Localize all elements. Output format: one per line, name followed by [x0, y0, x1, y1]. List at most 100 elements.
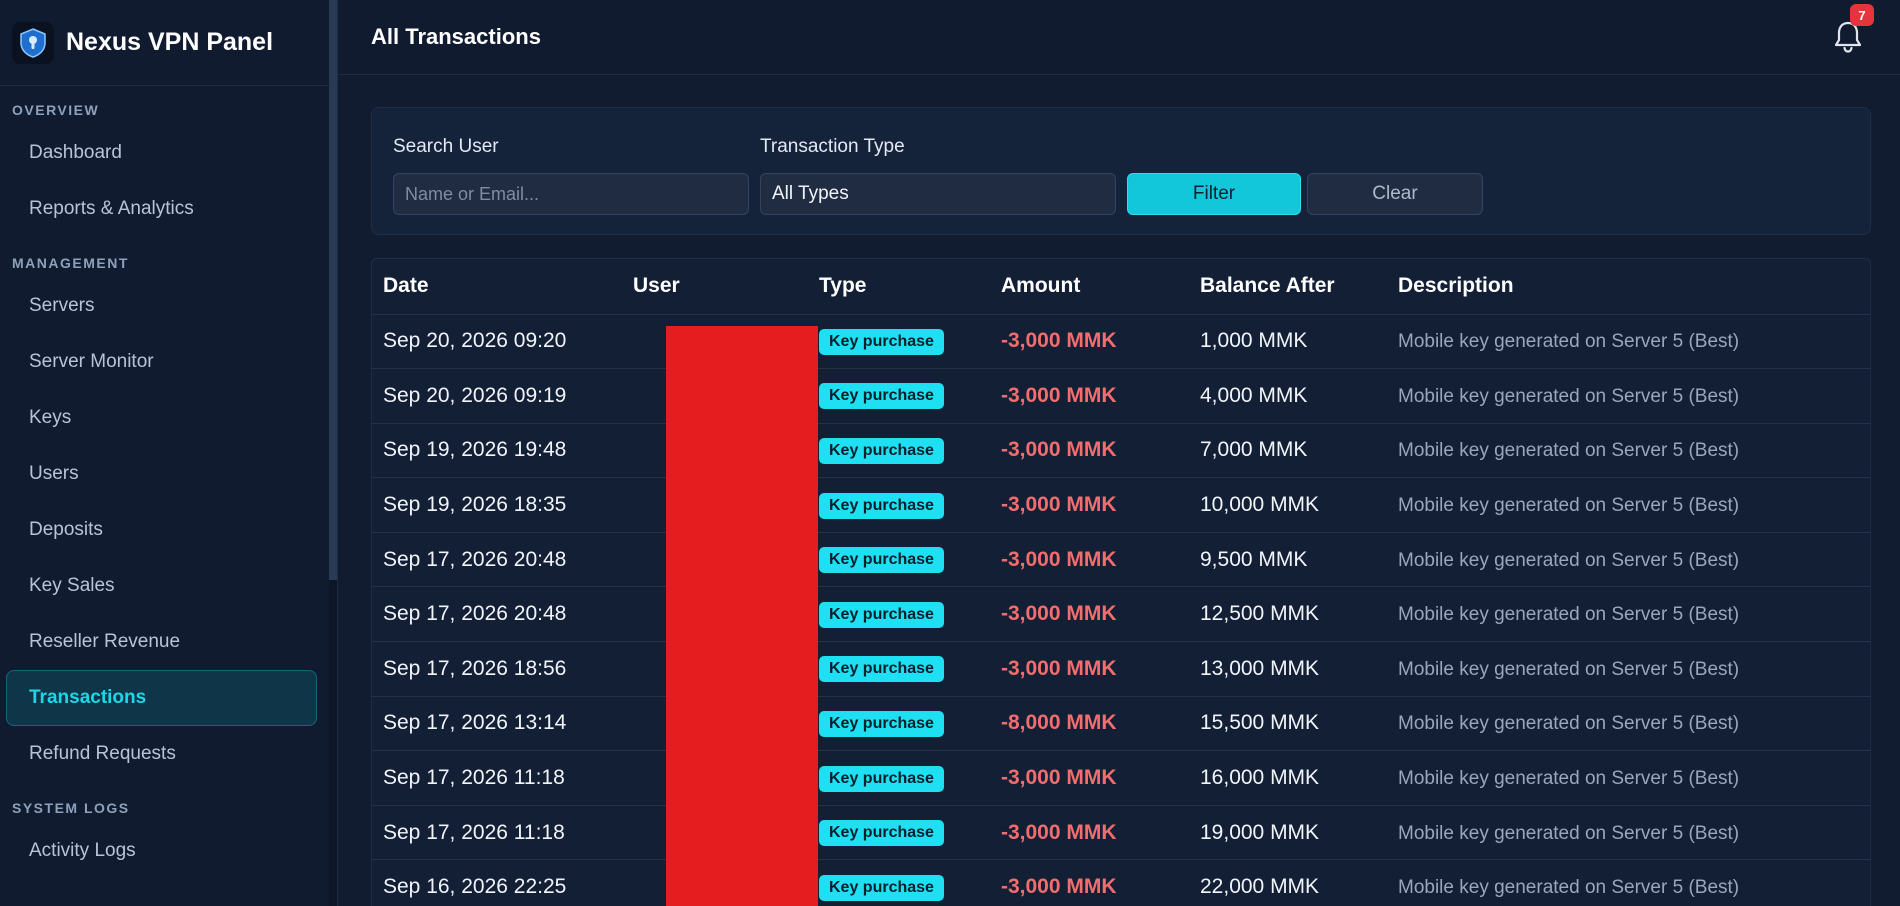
sidebar-item-deposits[interactable]: Deposits: [6, 502, 317, 558]
table-row[interactable]: Sep 17, 2026 11:18 Key purchase -3,000 MMK…: [372, 805, 1870, 861]
sidebar-item-label: Dashboard: [29, 142, 122, 163]
description-cell: Mobile key generated on Server 5 (Best): [1398, 586, 1870, 643]
description-cell-text: Mobile key generated on Server 5 (Best): [1398, 822, 1740, 844]
amount-cell: -3,000 MMK: [1001, 750, 1200, 806]
table-row[interactable]: Sep 17, 2026 13:14 Key purchase -8,000 MMK…: [372, 696, 1870, 752]
date-cell: Sep 17, 2026 18:56: [372, 641, 633, 697]
balance-cell: 12,500 MMK: [1200, 586, 1398, 643]
description-cell: Mobile key generated on Server 5 (Best): [1398, 314, 1870, 370]
type-cell: Key purchase: [819, 477, 1001, 533]
sidebar-item-key-sales[interactable]: Key Sales: [6, 558, 317, 614]
column-header-date[interactable]: Date: [372, 259, 633, 315]
description-cell-text: Mobile key generated on Server 5 (Best): [1398, 768, 1740, 790]
balance-cell: 4,000 MMK: [1200, 368, 1398, 424]
transactions-table: Date User Type Amount Balance After Desc…: [372, 259, 1870, 906]
transactions-table-card: Date User Type Amount Balance After Desc…: [371, 258, 1871, 906]
sidebar-item-activity-logs[interactable]: Activity Logs: [6, 823, 317, 879]
date-cell: Sep 16, 2026 22:25: [372, 859, 633, 906]
description-cell-text: Mobile key generated on Server 5 (Best): [1398, 440, 1740, 462]
nav-section-heading: OVERVIEW: [12, 102, 100, 118]
sidebar-item-label: Key Sales: [29, 575, 115, 596]
table-row[interactable]: Sep 19, 2026 18:35 Key purchase -3,000 MMK…: [372, 477, 1870, 533]
amount-cell: -3,000 MMK: [1001, 423, 1200, 479]
column-header-user[interactable]: User: [633, 259, 819, 315]
filter-button[interactable]: Filter: [1127, 173, 1301, 215]
type-badge: Key purchase: [819, 765, 944, 792]
type-cell: Key purchase: [819, 532, 1001, 588]
amount-cell-text: -3,000 MMK: [1001, 493, 1117, 517]
table-row[interactable]: Sep 20, 2026 09:20 Key purchase -3,000 MMK…: [372, 314, 1870, 370]
amount-cell: -3,000 MMK: [1001, 859, 1200, 906]
transaction-type-label: Transaction Type: [760, 136, 905, 157]
type-badge: Key purchase: [819, 874, 944, 901]
sidebar-scrollbar[interactable]: [329, 0, 337, 906]
topbar: All Transactions 7: [338, 0, 1900, 75]
column-header-amount[interactable]: Amount: [1001, 259, 1200, 315]
table-row[interactable]: Sep 19, 2026 19:48 Key purchase -3,000 MMK…: [372, 423, 1870, 479]
date-cell: Sep 17, 2026 11:18: [372, 805, 633, 861]
table-row[interactable]: Sep 16, 2026 22:25 Key purchase -3,000 MMK…: [372, 859, 1870, 906]
table-row[interactable]: Sep 17, 2026 18:56 Key purchase -3,000 MMK…: [372, 641, 1870, 697]
type-cell: Key purchase: [819, 641, 1001, 697]
column-header-type[interactable]: Type: [819, 259, 1001, 315]
transaction-type-select[interactable]: All Types: [760, 173, 1116, 215]
description-cell: Mobile key generated on Server 5 (Best): [1398, 750, 1870, 806]
amount-cell: -8,000 MMK: [1001, 696, 1200, 752]
table-row[interactable]: Sep 17, 2026 20:48 Key purchase -3,000 MMK…: [372, 532, 1870, 588]
type-badge: Key purchase: [819, 656, 944, 683]
sidebar-item-transactions[interactable]: Transactions: [6, 670, 317, 726]
balance-cell: 7,000 MMK: [1200, 423, 1398, 479]
type-cell: Key purchase: [819, 750, 1001, 806]
table-row[interactable]: Sep 17, 2026 20:48 Key purchase -3,000 MMK…: [372, 586, 1870, 643]
balance-cell: 13,000 MMK: [1200, 641, 1398, 697]
type-cell: Key purchase: [819, 423, 1001, 479]
description-cell-text: Mobile key generated on Server 5 (Best): [1398, 385, 1740, 407]
description-cell: Mobile key generated on Server 5 (Best): [1398, 532, 1870, 588]
description-cell-text: Mobile key generated on Server 5 (Best): [1398, 658, 1740, 680]
type-cell: Key purchase: [819, 368, 1001, 424]
sidebar-item-reports-analytics[interactable]: Reports & Analytics: [6, 181, 317, 237]
date-cell: Sep 20, 2026 09:19: [372, 368, 633, 424]
sidebar-item-users[interactable]: Users: [6, 446, 317, 502]
sidebar: Nexus VPN Panel OVERVIEW Dashboard Reports…: [0, 0, 338, 906]
sidebar-item-keys[interactable]: Keys: [6, 390, 317, 446]
type-badge: Key purchase: [819, 710, 944, 737]
nav-section-heading: MANAGEMENT: [12, 255, 129, 271]
type-badge: Key purchase: [819, 383, 944, 410]
description-cell-text: Mobile key generated on Server 5 (Best): [1398, 877, 1740, 899]
amount-cell-text: -3,000 MMK: [1001, 383, 1117, 407]
search-user-label: Search User: [393, 136, 499, 157]
sidebar-item-label: Activity Logs: [29, 840, 136, 861]
column-header-balance-after[interactable]: Balance After: [1200, 259, 1398, 315]
date-cell: Sep 19, 2026 18:35: [372, 477, 633, 533]
sidebar-item-dashboard[interactable]: Dashboard: [6, 125, 317, 181]
amount-cell-text: -3,000 MMK: [1001, 875, 1117, 899]
amount-cell: -3,000 MMK: [1001, 805, 1200, 861]
balance-cell: 15,500 MMK: [1200, 696, 1398, 752]
nav-section-heading: SYSTEM LOGS: [12, 800, 130, 816]
column-header-description[interactable]: Description: [1398, 259, 1870, 315]
clear-button[interactable]: Clear: [1307, 173, 1483, 215]
balance-cell: 9,500 MMK: [1200, 532, 1398, 588]
sidebar-item-server-monitor[interactable]: Server Monitor: [6, 334, 317, 390]
balance-cell: 22,000 MMK: [1200, 859, 1398, 906]
table-row[interactable]: Sep 20, 2026 09:19 Key purchase -3,000 MMK…: [372, 368, 1870, 424]
search-user-input[interactable]: [393, 173, 749, 215]
notifications-button[interactable]: 7: [1832, 4, 1874, 56]
sidebar-item-reseller-revenue[interactable]: Reseller Revenue: [6, 614, 317, 670]
sidebar-item-label: Deposits: [29, 519, 103, 540]
description-cell-text: Mobile key generated on Server 5 (Best): [1398, 495, 1740, 517]
filter-panel: Search User Transaction Type All Types F…: [371, 107, 1871, 235]
page-title: All Transactions: [371, 24, 541, 49]
amount-cell-text: -8,000 MMK: [1001, 711, 1117, 735]
type-cell: Key purchase: [819, 696, 1001, 752]
balance-cell: 16,000 MMK: [1200, 750, 1398, 806]
amount-cell-text: -3,000 MMK: [1001, 656, 1117, 680]
type-badge: Key purchase: [819, 437, 944, 464]
table-row[interactable]: Sep 17, 2026 11:18 Key purchase -3,000 MMK…: [372, 750, 1870, 806]
main-content: All Transactions 7 Search User Transacti…: [338, 0, 1900, 906]
sidebar-item-refund-requests[interactable]: Refund Requests: [6, 726, 317, 782]
sidebar-scrollbar-thumb[interactable]: [329, 0, 337, 580]
sidebar-nav: OVERVIEW Dashboard Reports & Analytics MANA…: [0, 86, 337, 879]
sidebar-item-servers[interactable]: Servers: [6, 278, 317, 334]
